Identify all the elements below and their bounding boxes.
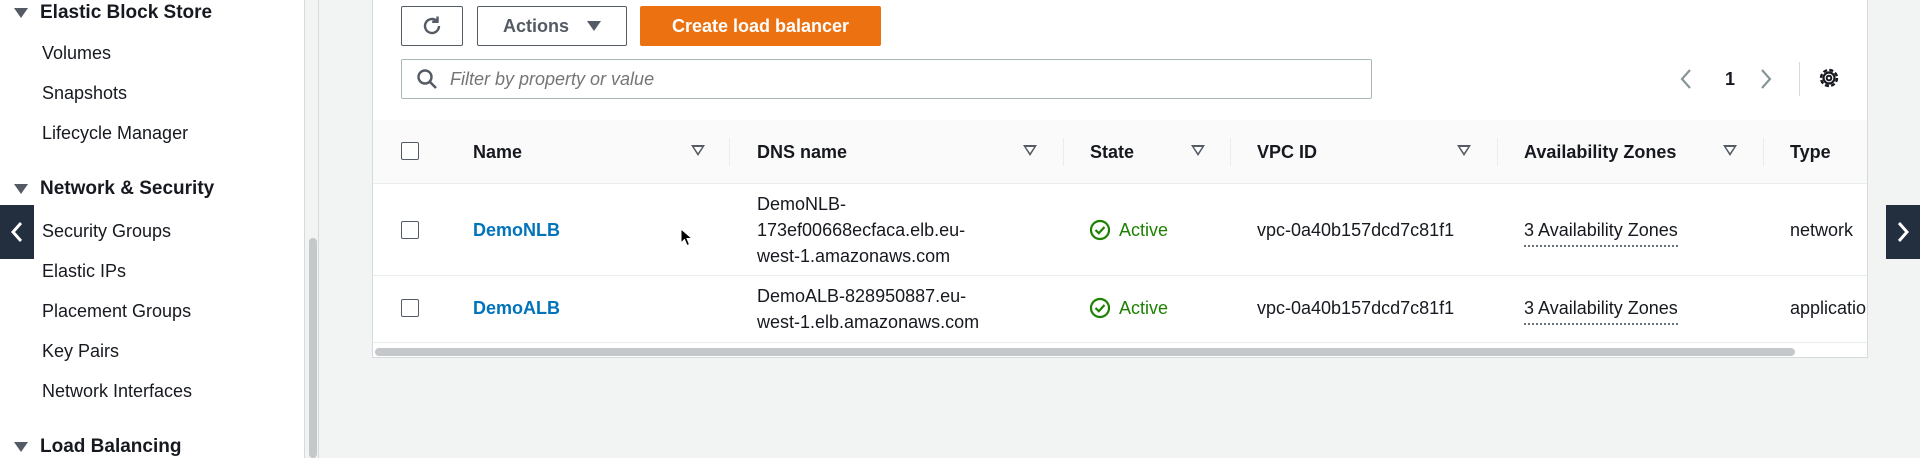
column-header-dns-name[interactable]: DNS name [757, 120, 847, 184]
refresh-icon [423, 16, 441, 35]
dns-name: DemoALB-828950887.eu- west-1.elb.amazona… [757, 283, 979, 335]
column-header-vpc-id[interactable]: VPC ID [1257, 120, 1317, 184]
divider [1799, 62, 1800, 96]
search-input[interactable] [450, 68, 1350, 90]
table-header: Name DNS name State VPC ID Availability … [373, 120, 1867, 184]
column-separator[interactable] [1230, 138, 1231, 166]
table-row[interactable]: DemoNLB DemoNLB- 173ef00668ecfaca.elb.eu… [373, 185, 1867, 276]
actions-dropdown-button[interactable]: Actions [477, 6, 627, 46]
state-status: Active [1089, 217, 1168, 243]
collapse-sidebar-button[interactable] [0, 205, 34, 259]
dns-name-line: 173ef00668ecfaca.elb.eu- [757, 220, 966, 240]
chevron-right-icon [1897, 222, 1910, 242]
type: applicatio [1790, 298, 1867, 318]
caret-down-icon [587, 21, 601, 31]
open-help-panel-button[interactable] [1886, 205, 1920, 259]
chevron-left-icon [1680, 69, 1691, 89]
vpc-id: vpc-0a40b157dcd7c81f1 [1257, 220, 1455, 240]
select-all-checkbox[interactable] [401, 142, 419, 160]
load-balancer-name-link[interactable]: DemoNLB [473, 217, 560, 243]
column-separator[interactable] [1063, 138, 1064, 166]
sidebar: Elastic Block Store Volumes Snapshots Li… [0, 0, 305, 458]
section-header-elastic-block-store[interactable]: Elastic Block Store [14, 2, 212, 24]
sidebar-item-volumes[interactable]: Volumes [42, 43, 111, 64]
column-separator[interactable] [1763, 138, 1764, 166]
dns-name: DemoNLB- 173ef00668ecfaca.elb.eu- west-1… [757, 191, 965, 269]
sidebar-divider [318, 0, 319, 458]
create-load-balancer-button[interactable]: Create load balancer [640, 6, 881, 46]
caret-down-icon [14, 8, 28, 18]
search-box[interactable] [401, 59, 1372, 99]
load-balancers-panel: Actions Create load balancer 1 Name DNS … [372, 0, 1868, 358]
section-title: Network & Security [40, 178, 215, 199]
chevron-right-icon [1761, 69, 1772, 89]
dns-name-line: DemoALB-828950887.eu- [757, 286, 967, 306]
availability-zones-popover[interactable]: 3 Availability Zones [1524, 217, 1678, 247]
sidebar-item-security-groups[interactable]: Security Groups [42, 221, 171, 242]
section-header-load-balancing[interactable]: Load Balancing [14, 436, 181, 458]
sidebar-item-elastic-ips[interactable]: Elastic IPs [42, 261, 126, 282]
search-icon [417, 69, 437, 89]
column-separator[interactable] [729, 138, 730, 166]
gear-icon [1819, 68, 1839, 88]
dns-name-line: DemoNLB- [757, 194, 847, 214]
section-title: Elastic Block Store [40, 2, 213, 23]
previous-page-button[interactable] [1679, 60, 1693, 98]
actions-label: Actions [502, 15, 569, 36]
sidebar-item-lifecycle-manager[interactable]: Lifecycle Manager [42, 123, 188, 144]
caret-down-icon [14, 442, 28, 452]
column-header-state[interactable]: State [1090, 120, 1134, 184]
vpc-id: vpc-0a40b157dcd7c81f1 [1257, 298, 1455, 318]
horizontal-scrollbar[interactable] [375, 348, 1795, 356]
mouse-cursor-icon [680, 228, 694, 247]
type: network [1790, 220, 1854, 240]
column-header-availability-zones[interactable]: Availability Zones [1524, 120, 1676, 184]
check-circle-icon [1089, 297, 1111, 319]
current-page-number[interactable]: 1 [1725, 60, 1735, 98]
caret-down-icon [14, 184, 28, 194]
state-label: Active [1119, 220, 1169, 240]
sort-icon[interactable] [1023, 145, 1037, 156]
sort-icon[interactable] [691, 145, 705, 156]
sidebar-scrollbar[interactable] [309, 238, 317, 458]
dns-name-line: west-1.amazonaws.com [757, 246, 951, 266]
sidebar-item-snapshots[interactable]: Snapshots [42, 83, 127, 104]
table-row[interactable]: DemoALB DemoALB-828950887.eu- west-1.elb… [373, 277, 1867, 343]
dns-name-line: west-1.elb.amazonaws.com [757, 312, 980, 332]
section-header-network-security[interactable]: Network & Security [14, 178, 214, 200]
column-separator[interactable] [1497, 138, 1498, 166]
refresh-button[interactable] [401, 6, 463, 46]
availability-zones-popover[interactable]: 3 Availability Zones [1524, 295, 1678, 325]
column-header-type[interactable]: Type [1790, 120, 1831, 184]
section-title: Load Balancing [40, 436, 182, 457]
sort-icon[interactable] [1191, 145, 1205, 156]
sidebar-item-key-pairs[interactable]: Key Pairs [42, 341, 119, 362]
sidebar-item-network-interfaces[interactable]: Network Interfaces [42, 381, 192, 402]
sidebar-item-placement-groups[interactable]: Placement Groups [42, 301, 191, 322]
chevron-left-icon [10, 222, 23, 242]
sort-icon[interactable] [1457, 145, 1471, 156]
column-header-name[interactable]: Name [473, 120, 522, 184]
load-balancer-name-link[interactable]: DemoALB [473, 295, 560, 321]
next-page-button[interactable] [1759, 60, 1773, 98]
sort-icon[interactable] [1723, 145, 1737, 156]
check-circle-icon [1089, 219, 1111, 241]
preferences-button[interactable] [1815, 64, 1843, 97]
row-checkbox[interactable] [401, 299, 419, 317]
row-checkbox[interactable] [401, 221, 419, 239]
state-status: Active [1089, 295, 1168, 321]
state-label: Active [1119, 298, 1169, 318]
